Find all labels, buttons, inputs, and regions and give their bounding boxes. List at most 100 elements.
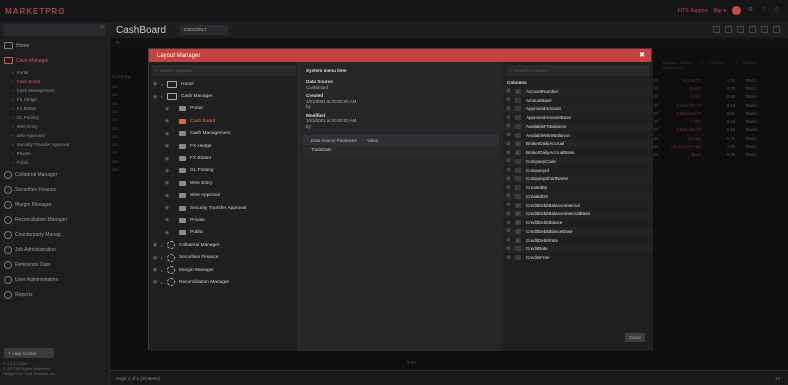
layout-tree-item[interactable]: ◉ ▸ Home bbox=[149, 78, 298, 90]
column-checkbox[interactable] bbox=[515, 132, 521, 138]
column-row[interactable]: ⚙ ApprovedAmountBase bbox=[503, 113, 653, 122]
help-icon[interactable]: ? bbox=[760, 7, 767, 14]
sidebar-item[interactable]: Home bbox=[0, 38, 109, 53]
sidebar-item[interactable]: ▫ FX Blotter bbox=[0, 104, 109, 113]
gear-icon[interactable]: ⚙ bbox=[506, 228, 513, 234]
layout-tree-item[interactable]: ◉ Portal bbox=[149, 103, 298, 115]
gear-icon[interactable]: ⚙ bbox=[506, 237, 513, 243]
column-checkbox[interactable] bbox=[515, 106, 521, 112]
visibility-icon[interactable]: ◉ bbox=[161, 143, 173, 149]
column-row[interactable]: ⚙ AvailableWireBalance bbox=[503, 131, 653, 140]
gear-icon[interactable]: ⚙ bbox=[506, 141, 513, 147]
column-row[interactable]: ⚙ CreatedOn bbox=[503, 192, 653, 201]
column-row[interactable]: ⚙ CompanyShortName bbox=[503, 174, 653, 184]
visibility-icon[interactable]: ◉ bbox=[149, 279, 161, 285]
toolbar-icon[interactable] bbox=[725, 26, 732, 33]
sidebar-item[interactable]: Counterparty Manag... bbox=[0, 227, 109, 242]
gear-icon[interactable]: ⚙ bbox=[506, 88, 513, 94]
sidebar-item[interactable]: ▫ Private bbox=[0, 149, 109, 158]
column-row[interactable]: ⚙ ✓ CreditDebitBlanceBase bbox=[503, 227, 653, 236]
column-checkbox[interactable] bbox=[515, 115, 521, 121]
column-row[interactable]: ⚙ ApprovedAmount bbox=[503, 104, 653, 114]
column-checkbox[interactable] bbox=[515, 185, 521, 191]
column-checkbox[interactable] bbox=[515, 123, 521, 129]
toolbar-icon[interactable] bbox=[761, 26, 768, 33]
gear-icon[interactable]: ⚙ bbox=[506, 211, 513, 217]
column-row[interactable]: ⚙ CreditsFree bbox=[503, 253, 653, 262]
visibility-icon[interactable]: ◉ bbox=[161, 180, 173, 186]
column-checkbox[interactable]: ✓ bbox=[515, 211, 521, 217]
layout-tree-item[interactable]: ◉ Cash Board bbox=[149, 115, 298, 127]
user-menu[interactable]: Mgr ▾ bbox=[713, 8, 726, 14]
visibility-icon[interactable]: ◉ bbox=[161, 106, 173, 112]
layout-tree-item[interactable]: ◉ Wire Entry bbox=[149, 177, 298, 189]
date-picker[interactable]: 04/01/2017 bbox=[180, 25, 228, 35]
toolbar-icon[interactable] bbox=[749, 26, 756, 33]
gear-icon[interactable]: ⚙ bbox=[506, 167, 513, 173]
visibility-icon[interactable]: ◉ bbox=[161, 205, 173, 211]
toolbar-icon[interactable] bbox=[737, 26, 744, 33]
visibility-icon[interactable]: ◉ bbox=[161, 217, 173, 223]
layout-tree-item[interactable]: ◉ Cash Management bbox=[149, 128, 298, 140]
column-checkbox[interactable]: ✓ bbox=[515, 220, 521, 226]
column-checkbox[interactable] bbox=[515, 255, 521, 261]
gear-icon[interactable]: ⚙ bbox=[506, 255, 513, 261]
column-checkbox[interactable]: ✓ bbox=[515, 202, 521, 208]
avatar[interactable] bbox=[732, 6, 741, 15]
gear-icon[interactable]: ⚙ bbox=[506, 132, 513, 138]
close-icon[interactable]: ✖ bbox=[639, 51, 645, 59]
visibility-icon[interactable]: ◉ bbox=[161, 156, 173, 162]
toolbar-icon[interactable] bbox=[773, 26, 780, 33]
column-row[interactable]: ⚙ ✓ CreditDebitRate bbox=[503, 236, 653, 245]
visibility-icon[interactable]: ◉ bbox=[161, 131, 173, 137]
column-row[interactable]: ⚙ ✓ BrokerDailyAccrual bbox=[503, 139, 653, 149]
column-checkbox[interactable]: ✓ bbox=[515, 141, 521, 147]
column-row[interactable]: ⚙ ✓ CreditDebitBalanceInternal bbox=[503, 201, 653, 210]
sidebar-item[interactable]: ▫ Wire Approval bbox=[0, 131, 109, 140]
sidebar-item[interactable]: Reconciliation Manager bbox=[0, 212, 109, 227]
column-checkbox[interactable] bbox=[515, 167, 521, 173]
layout-tree-item[interactable]: ◉ ▸ Cash Manager bbox=[149, 90, 298, 102]
column-checkbox[interactable] bbox=[515, 246, 521, 252]
gear-icon[interactable]: ⚙ bbox=[506, 115, 513, 121]
sidebar-search-input[interactable] bbox=[3, 24, 106, 36]
column-checkbox[interactable] bbox=[515, 193, 521, 199]
visibility-icon[interactable]: ◉ bbox=[161, 118, 173, 124]
gear-icon[interactable]: ⚙ bbox=[506, 158, 513, 164]
sidebar-item[interactable]: ▫ GL Posting bbox=[0, 113, 109, 122]
column-row[interactable]: ⚙ CreatedBy bbox=[503, 183, 653, 192]
sidebar-item[interactable]: ▫ FX Hedge bbox=[0, 95, 109, 104]
column-checkbox[interactable]: ✓ bbox=[515, 237, 521, 243]
layout-tree-item[interactable]: ◉ ▸ Reconciliation Manager bbox=[149, 276, 298, 288]
visibility-icon[interactable]: ◉ bbox=[149, 242, 161, 248]
column-row[interactable]: ⚙ ✓ CreditDebitBlance bbox=[503, 218, 653, 227]
visibility-icon[interactable]: ◉ bbox=[161, 230, 173, 236]
column-row[interactable]: ⚙ ✓ BrokerDailyAccrualBase bbox=[503, 148, 653, 157]
layout-tree-item[interactable]: ◉ Wire Approval bbox=[149, 190, 298, 202]
gear-icon[interactable]: ⚙ bbox=[506, 185, 513, 191]
sidebar-item[interactable]: Margin Manager bbox=[0, 197, 109, 212]
layout-tree-item[interactable]: ◉ Public bbox=[149, 227, 298, 239]
gear-icon[interactable]: ⚙ bbox=[506, 246, 513, 252]
sidebar-item[interactable]: ▫ Cash Management bbox=[0, 86, 109, 95]
gear-icon[interactable]: ⚙ bbox=[506, 202, 513, 208]
column-row[interactable]: ⚙ ✓ AccountNumber bbox=[503, 87, 653, 96]
layout-tree-item[interactable]: ◉ Security Transfer Approval bbox=[149, 202, 298, 214]
layout-tree-item[interactable]: ◉ FX Hedge bbox=[149, 140, 298, 152]
sidebar-item[interactable]: Collateral Manager bbox=[0, 167, 109, 182]
column-row[interactable]: ⚙ CreditRate bbox=[503, 244, 653, 254]
layout-tree-item[interactable]: ◉ ▸ Securities Finance bbox=[149, 251, 298, 263]
sidebar-item[interactable]: Cash Manager bbox=[0, 53, 109, 68]
gear-icon[interactable]: ⚙ bbox=[506, 150, 513, 156]
sidebar-item[interactable]: ▫ Public bbox=[0, 158, 109, 167]
column-row[interactable]: ⚙ AmountBase bbox=[503, 96, 653, 105]
gear-icon[interactable]: ⚙ bbox=[506, 220, 513, 226]
visibility-icon[interactable]: ◉ bbox=[161, 168, 173, 174]
visibility-icon[interactable]: ◉ bbox=[149, 94, 161, 100]
column-checkbox[interactable]: ✓ bbox=[515, 228, 521, 234]
layout-tree-item[interactable]: ◉ ▸ Collateral Manager bbox=[149, 239, 298, 251]
close-button[interactable]: Close bbox=[625, 333, 645, 342]
power-icon[interactable]: ⏻ bbox=[773, 7, 780, 14]
sidebar-item[interactable]: ▫ Portal bbox=[0, 68, 109, 77]
column-checkbox[interactable]: ✓ bbox=[515, 88, 521, 94]
